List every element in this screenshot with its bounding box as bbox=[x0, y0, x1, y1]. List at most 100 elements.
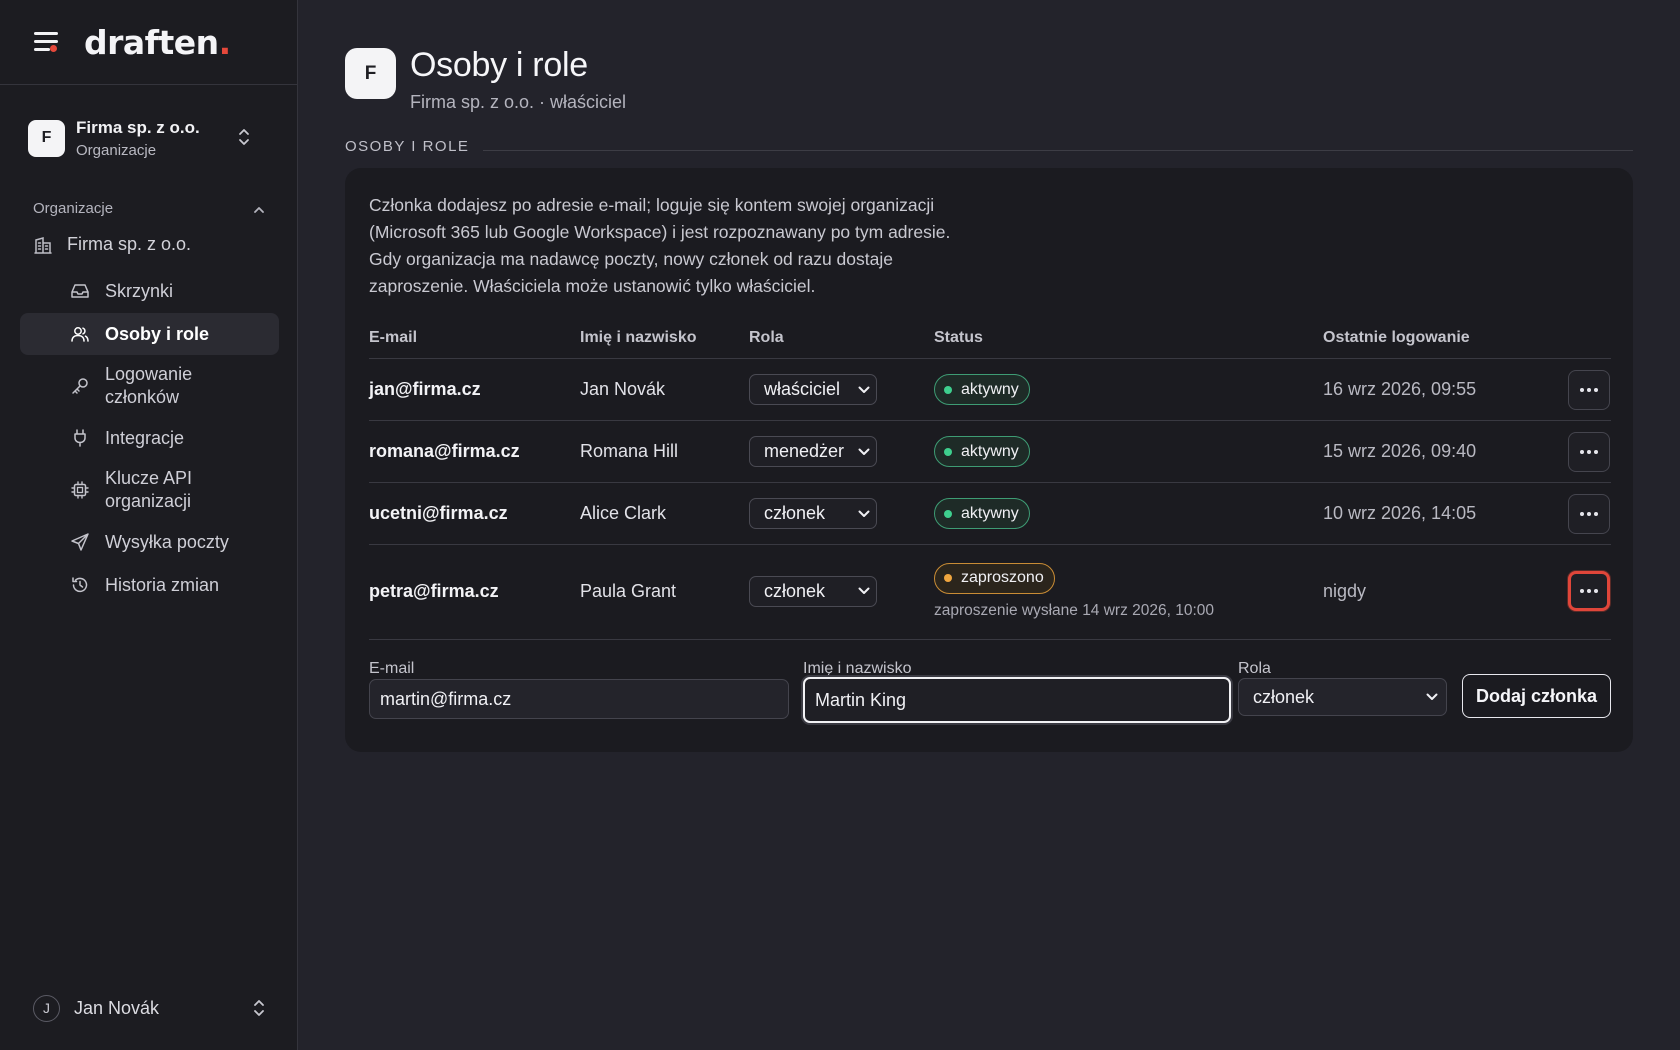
sidebar-item-label: Logowanie członków bbox=[105, 364, 193, 407]
last-login: nigdy bbox=[1323, 580, 1367, 601]
chip-icon bbox=[71, 481, 89, 499]
status-dot-icon bbox=[944, 447, 952, 456]
table-row: petra@firma.cz Paula Grant członek zapro… bbox=[369, 545, 1611, 637]
user-switcher[interactable]: J Jan Novák bbox=[33, 993, 265, 1023]
name-field-label: Imię i nazwisko bbox=[803, 660, 912, 677]
row-actions-button[interactable] bbox=[1568, 431, 1610, 472]
chevron-updown-icon bbox=[238, 127, 250, 147]
row-actions-button[interactable] bbox=[1568, 369, 1610, 410]
table-row: ucetni@firma.cz Alice Clark członek akty… bbox=[369, 483, 1611, 545]
last-login: 10 wrz 2026, 14:05 bbox=[1323, 503, 1477, 523]
member-email: jan@firma.cz bbox=[369, 379, 481, 399]
member-email: romana@firma.cz bbox=[369, 441, 520, 461]
section-divider bbox=[483, 150, 1633, 151]
role-select-value: menedżer bbox=[764, 441, 845, 461]
chevron-down-icon bbox=[858, 386, 870, 393]
form-divider bbox=[369, 639, 1611, 640]
chevron-down-icon bbox=[858, 448, 870, 455]
status-dot-icon bbox=[944, 574, 952, 582]
last-login: 15 wrz 2026, 09:40 bbox=[1323, 441, 1477, 461]
members-table: E-mail Imię i nazwisko Rola Status Ostat… bbox=[369, 318, 1611, 637]
col-header-role: Rola bbox=[749, 329, 784, 346]
more-horizontal-icon bbox=[1579, 511, 1600, 516]
status-badge: aktywny bbox=[934, 374, 1030, 405]
more-horizontal-icon bbox=[1579, 589, 1600, 593]
sidebar-item-label: Historia zmian bbox=[105, 574, 220, 595]
sidebar-org-label: Firma sp. z o.o. bbox=[67, 234, 192, 254]
member-name: Jan Novák bbox=[580, 379, 666, 399]
send-icon bbox=[71, 533, 89, 551]
menu-icon[interactable] bbox=[32, 30, 60, 54]
table-row: jan@firma.cz Jan Novák właściciel aktywn… bbox=[369, 359, 1611, 421]
sidebar-item-change-history[interactable]: Historia zmian bbox=[20, 564, 279, 606]
row-actions-button[interactable] bbox=[1568, 571, 1610, 611]
sidebar-item-mail-sending[interactable]: Wysyłka poczty bbox=[20, 521, 279, 563]
org-switcher-name: Firma sp. z o.o. bbox=[76, 117, 200, 137]
sidebar: draften. F Firma sp. z o.o. Organizacje … bbox=[0, 0, 298, 1050]
add-member-button[interactable]: Dodaj członka bbox=[1462, 674, 1611, 718]
section-title: OSOBY I ROLE bbox=[345, 138, 470, 155]
sidebar-item-api-keys[interactable]: Klucze API organizacji bbox=[20, 463, 279, 517]
status-label: aktywny bbox=[961, 504, 1019, 522]
sidebar-item-label: Wysyłka poczty bbox=[105, 531, 229, 552]
sidebar-nav: Skrzynki Osoby i role Logowanie członków… bbox=[20, 270, 279, 607]
chevron-down-icon bbox=[858, 587, 870, 594]
col-header-status: Status bbox=[934, 329, 983, 346]
role-select[interactable]: członek bbox=[749, 498, 877, 529]
new-member-role-select[interactable]: członek bbox=[1238, 678, 1447, 716]
status-label: zaproszono bbox=[961, 569, 1044, 586]
role-select-value: członek bbox=[1253, 686, 1315, 707]
sidebar-item-label: Osoby i role bbox=[105, 323, 210, 344]
key-icon bbox=[72, 378, 88, 394]
users-icon bbox=[71, 327, 89, 342]
chevron-updown-icon bbox=[253, 998, 265, 1018]
role-select[interactable]: właściciel bbox=[749, 374, 877, 405]
sidebar-item-label: Integracje bbox=[105, 427, 185, 448]
members-card: Członka dodajesz po adresie e-mail; logu… bbox=[345, 168, 1633, 752]
add-member-form: E-mail Imię i nazwisko Rola członek Doda… bbox=[369, 660, 1611, 723]
status-label: aktywny bbox=[961, 380, 1019, 398]
name-field[interactable] bbox=[803, 677, 1231, 723]
member-name: Alice Clark bbox=[580, 503, 667, 523]
sidebar-item-inboxes[interactable]: Skrzynki bbox=[20, 270, 279, 312]
last-login: 16 wrz 2026, 09:55 bbox=[1323, 379, 1477, 399]
role-field-label: Rola bbox=[1238, 660, 1271, 677]
sidebar-item-member-login[interactable]: Logowanie członków bbox=[20, 359, 279, 413]
intro-text: Członka dodajesz po adresie e-mail; logu… bbox=[369, 195, 951, 296]
row-actions-button[interactable] bbox=[1568, 493, 1610, 534]
role-select[interactable]: menedżer bbox=[749, 436, 877, 467]
member-name: Paula Grant bbox=[580, 580, 677, 601]
page-header: F Osoby i role Firma sp. z o.o. · właści… bbox=[345, 46, 626, 113]
user-name: Jan Novák bbox=[74, 997, 160, 1018]
more-horizontal-icon bbox=[1579, 387, 1600, 392]
sidebar-org-item[interactable]: Firma sp. z o.o. bbox=[33, 234, 191, 255]
member-name: Romana Hill bbox=[580, 441, 679, 461]
col-header-email: E-mail bbox=[369, 329, 418, 346]
role-select-value: członek bbox=[764, 503, 826, 523]
org-switcher[interactable]: F Firma sp. z o.o. Organizacje bbox=[28, 115, 272, 161]
status-badge: aktywny bbox=[934, 498, 1030, 529]
col-header-last-login: Ostatnie logowanie bbox=[1323, 329, 1470, 346]
org-avatar: F bbox=[345, 48, 396, 99]
email-field[interactable] bbox=[369, 679, 789, 719]
role-select[interactable]: członek bbox=[749, 575, 877, 607]
chevron-up-icon bbox=[254, 207, 264, 213]
member-email: ucetni@firma.cz bbox=[369, 503, 508, 523]
sidebar-item-people-roles[interactable]: Osoby i role bbox=[20, 313, 279, 355]
org-avatar: F bbox=[28, 119, 65, 157]
sidebar-section-organizations[interactable]: Organizacje bbox=[33, 200, 265, 217]
sidebar-item-integrations[interactable]: Integracje bbox=[20, 417, 279, 459]
sidebar-item-label: Klucze API organizacji bbox=[105, 468, 193, 511]
more-horizontal-icon bbox=[1579, 449, 1600, 454]
status-dot-icon bbox=[944, 385, 952, 394]
status-dot-icon bbox=[944, 509, 952, 518]
page-subtitle: Firma sp. z o.o. · właściciel bbox=[410, 92, 627, 112]
col-header-name: Imię i nazwisko bbox=[580, 329, 697, 346]
table-header: E-mail Imię i nazwisko Rola Status Ostat… bbox=[369, 318, 1611, 359]
status-label: aktywny bbox=[961, 442, 1019, 460]
history-icon bbox=[72, 577, 88, 593]
building-icon bbox=[34, 236, 52, 254]
status-badge: aktywny bbox=[934, 436, 1030, 467]
chevron-down-icon bbox=[1426, 693, 1438, 700]
table-row: romana@firma.cz Romana Hill menedżer akt… bbox=[369, 421, 1611, 483]
